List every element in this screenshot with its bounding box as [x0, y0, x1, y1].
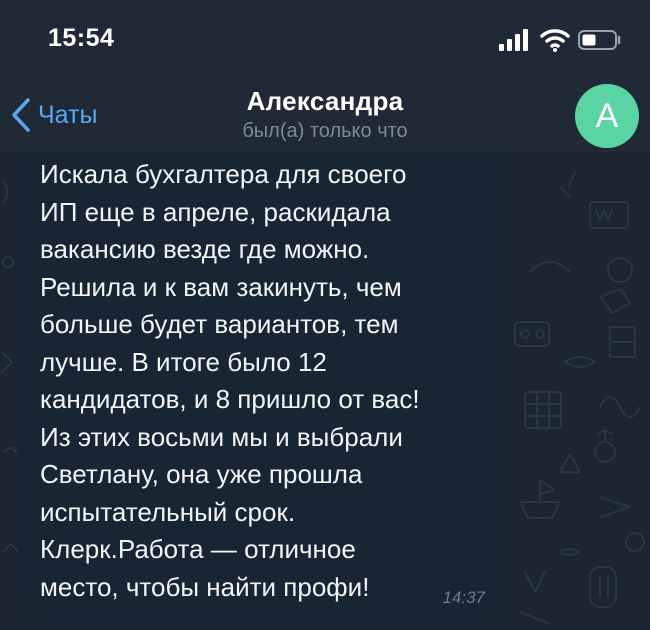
chat-title[interactable]: Александра [0, 86, 650, 117]
status-icons [498, 28, 628, 54]
wifi-icon [540, 29, 570, 52]
signal-icon [499, 29, 528, 51]
chat-area[interactable]: Искала бухгалтера для своего ИП еще в ап… [0, 152, 650, 630]
message-bubble[interactable]: Искала бухгалтера для своего ИП еще в ап… [18, 152, 505, 622]
avatar[interactable]: А [575, 84, 639, 148]
message-text: Искала бухгалтера для своего ИП еще в ап… [40, 159, 420, 602]
chat-status: был(а) только что [242, 120, 408, 142]
status-time: 15:54 [48, 24, 115, 52]
chat-header: 15:54 Чаты Александра был(а) только что … [0, 0, 650, 152]
chat-screen: 15:54 Чаты Александра был(а) только что … [0, 0, 650, 630]
battery-icon [578, 30, 621, 50]
avatar-letter: А [595, 96, 619, 135]
message-time: 14:37 [442, 588, 485, 607]
